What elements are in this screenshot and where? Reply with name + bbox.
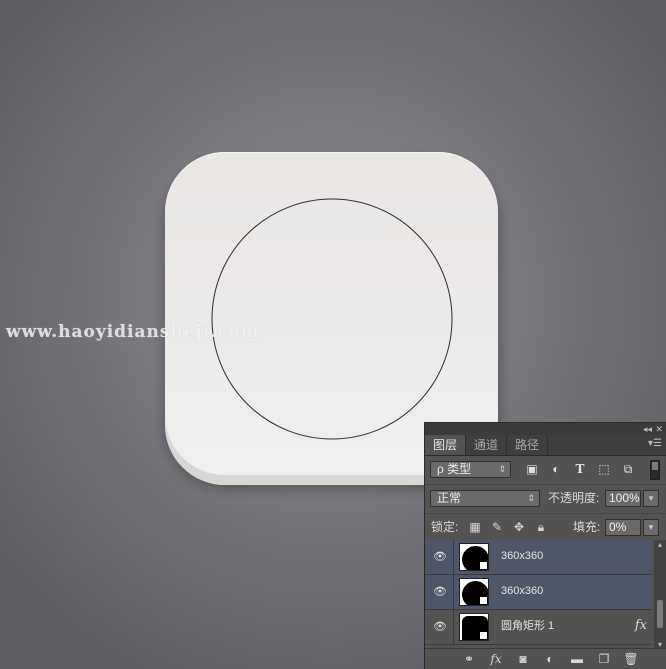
layers-list: 👁︎ 360x360 👁︎ 360x360 👁︎ 圆角矩形 1 fx [425,540,653,650]
layer-row[interactable]: 👁︎ 圆角矩形 1 fx [425,610,651,645]
link-layers-icon[interactable]: ⚭ [461,652,477,666]
layers-scrollbar[interactable]: ▴ ▾ [654,540,666,650]
fill-slider-button[interactable]: ▾ [643,519,659,536]
layers-panel: ◂◂ ✕ 图层 通道 路径 ▾☰ ρ 类型 ⇕ ▣ ◐ T ⬚ ⧉ 正常 ⇕ 不… [424,422,666,669]
blend-mode-dropdown[interactable]: 正常 ⇕ [430,490,540,507]
layer-thumbnail[interactable] [459,543,489,571]
lock-position-icon[interactable]: ✥ [512,520,526,534]
delete-icon[interactable]: 🗑︎ [623,652,639,666]
eye-icon[interactable]: 👁︎ [433,550,447,564]
layer-row[interactable]: 👁︎ 360x360 [425,575,651,610]
adjustment-filter-icon[interactable]: ◐ [549,462,563,476]
collapse-panel-icon[interactable]: ◂◂ [643,423,652,435]
blend-row: 正常 ⇕ 不透明度: 100% ▾ [425,484,666,513]
divider [453,540,454,574]
layer-row[interactable]: 👁︎ 360x360 [425,540,651,575]
panel-tabs: 图层 通道 路径 ▾☰ [425,435,666,456]
fx-icon[interactable]: fx [488,652,504,666]
opacity-label: 不透明度: [548,491,600,505]
pixel-filter-icon[interactable]: ▣ [525,462,539,476]
divider [453,610,454,644]
layer-name[interactable]: 360x360 [501,584,543,598]
add-mask-icon[interactable]: ◙ [515,652,531,666]
vector-mask-badge-icon [479,561,488,570]
adjustment-layer-icon[interactable]: ◐ [542,652,558,666]
filter-row: ρ 类型 ⇕ ▣ ◐ T ⬚ ⧉ [425,456,666,484]
layer-thumbnail[interactable] [459,613,489,641]
chevron-updown-icon: ⇕ [527,493,535,503]
fill-input[interactable]: 0% [605,519,641,536]
eye-icon[interactable]: 👁︎ [433,620,447,634]
lock-label: 锁定: [431,520,459,534]
vector-mask-badge-icon [479,596,488,605]
scroll-up-icon[interactable]: ▴ [654,540,666,550]
layers-bottom-toolbar: ⚭ fx ◙ ◐ ▬ ❐ 🗑︎ [425,648,666,669]
tab-paths[interactable]: 路径 [507,435,549,455]
layer-thumbnail[interactable] [459,578,489,606]
opacity-input[interactable]: 100% [605,490,641,507]
new-group-icon[interactable]: ▬ [569,652,585,666]
eye-icon[interactable]: 👁︎ [433,585,447,599]
filter-kind-label: ρ 类型 [437,462,472,476]
watermark-text: www.haoyidiansheji.com [6,322,260,342]
smart-object-filter-icon[interactable]: ⧉ [621,462,635,476]
scroll-thumb[interactable] [657,600,663,628]
shape-filter-icon[interactable]: ⬚ [597,462,611,476]
new-layer-icon[interactable]: ❐ [596,652,612,666]
divider [453,575,454,609]
lock-transparent-icon[interactable]: ▦ [468,520,482,534]
layer-name[interactable]: 圆角矩形 1 [501,619,554,633]
lock-image-icon[interactable]: ✎ [490,520,504,534]
filter-toggle-switch[interactable] [650,460,660,480]
opacity-slider-button[interactable]: ▾ [643,490,659,507]
vector-mask-badge-icon [479,631,488,640]
chevron-updown-icon: ⇕ [498,464,506,474]
lock-row: 锁定: ▦ ✎ ✥ 🔒︎ 填充: 0% ▾ [425,513,666,542]
lock-all-icon[interactable]: 🔒︎ [534,520,548,534]
layer-effects-icon[interactable]: fx [635,618,647,633]
layer-name[interactable]: 360x360 [501,549,543,563]
filter-kind-dropdown[interactable]: ρ 类型 ⇕ [430,461,511,478]
panel-menu-icon[interactable]: ▾☰ [648,438,662,449]
close-panel-icon[interactable]: ✕ [655,423,663,435]
type-filter-icon[interactable]: T [573,462,587,476]
blend-mode-value: 正常 [437,491,462,505]
panel-title-bar[interactable]: ◂◂ ✕ [425,423,666,435]
tab-layers[interactable]: 图层 [425,435,467,455]
fill-label: 填充: [573,520,601,534]
tab-channels[interactable]: 通道 [466,435,508,455]
